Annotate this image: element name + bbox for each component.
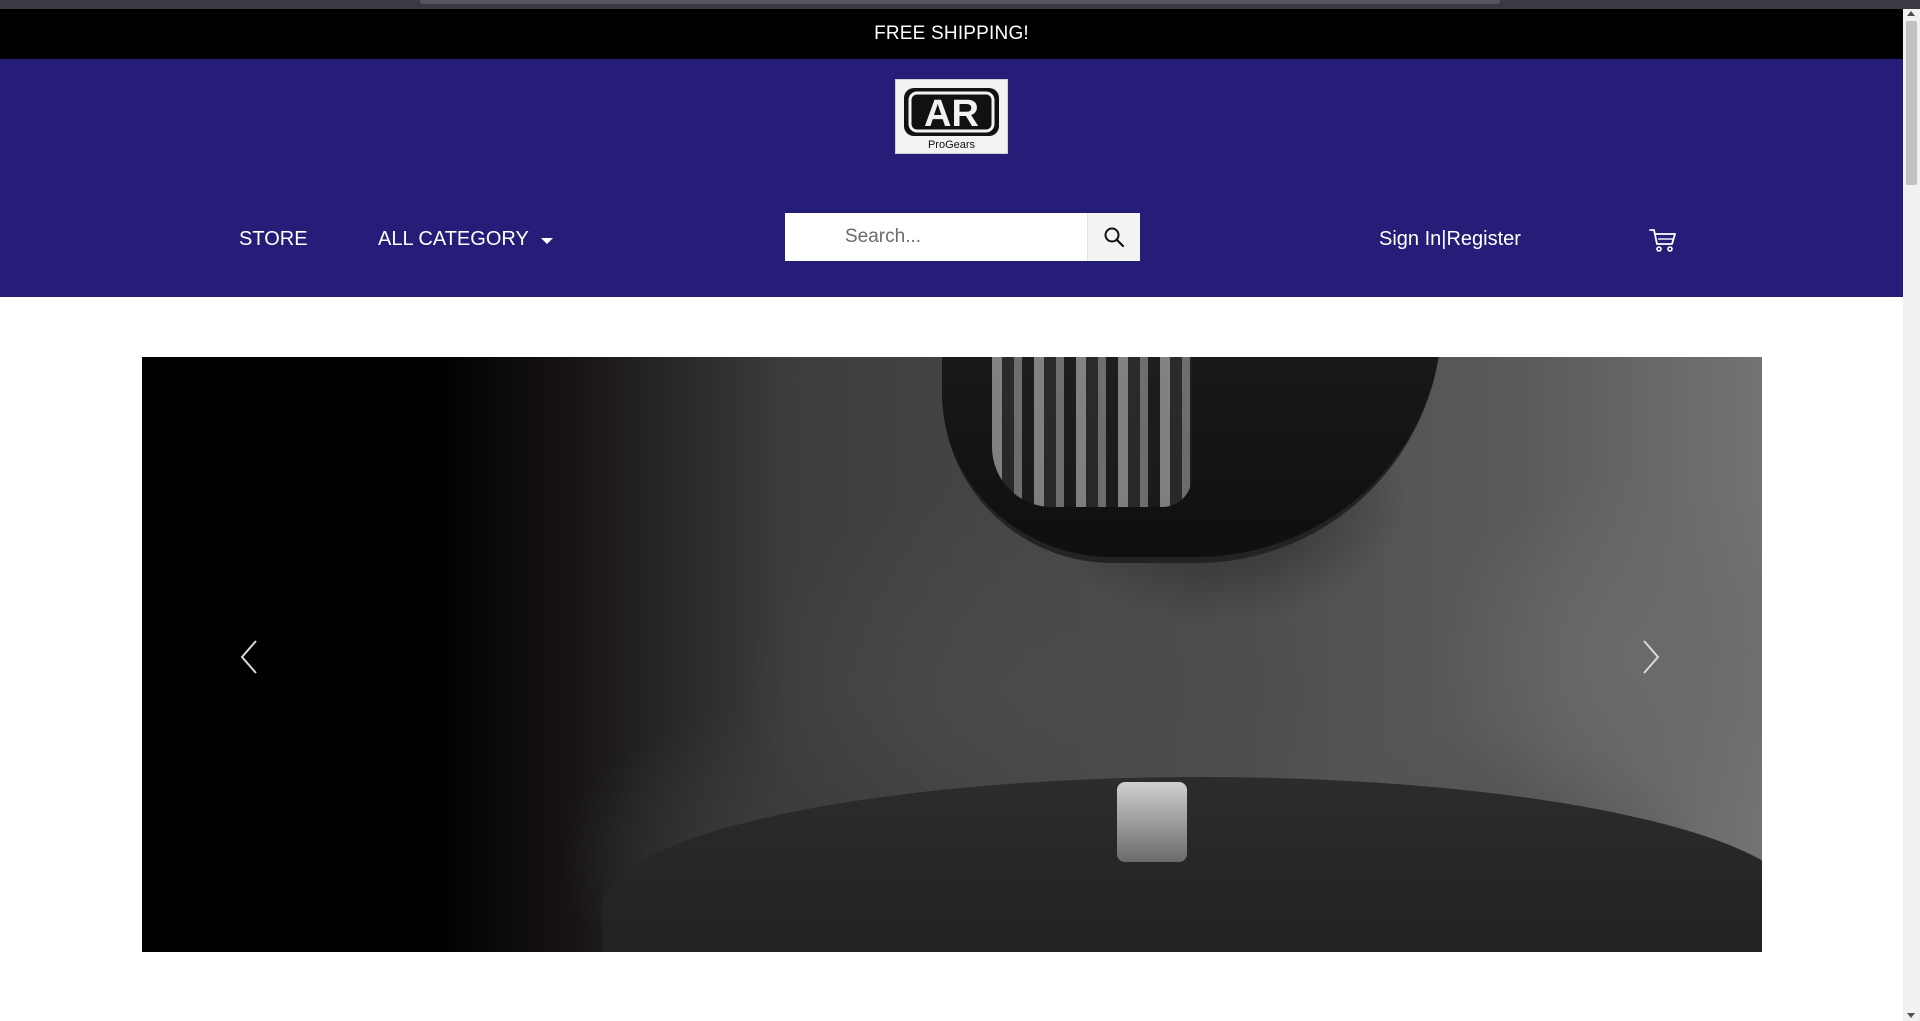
browser-tabbar <box>0 0 1920 9</box>
nav-category-label: ALL CATEGORY <box>378 228 529 250</box>
caret-down-icon <box>540 237 553 244</box>
sign-in-link[interactable]: Sign In <box>1379 228 1441 251</box>
scroll-down-icon[interactable] <box>1907 1013 1915 1018</box>
cart-icon <box>1649 229 1676 252</box>
logo-letters: AR <box>924 93 979 135</box>
scrollbar-thumb[interactable] <box>1906 21 1917 185</box>
register-link[interactable]: Register <box>1446 228 1520 251</box>
auth-links: Sign In | Register <box>1379 228 1521 251</box>
search-icon <box>1104 227 1125 248</box>
search-bar <box>785 213 1140 261</box>
nav-store-link[interactable]: STORE <box>239 228 308 251</box>
promo-text: FREE SHIPPING! <box>874 23 1029 44</box>
browser-tab-strip <box>420 0 1500 4</box>
carousel-prev-button[interactable] <box>228 627 268 687</box>
promo-bar: FREE SHIPPING! <box>0 9 1903 59</box>
nav-category-dropdown[interactable]: ALL CATEGORY <box>378 228 553 251</box>
logo-subtext: ProGears <box>928 139 976 151</box>
search-input[interactable] <box>785 213 1087 261</box>
cart-button[interactable] <box>1648 225 1678 255</box>
scroll-up-icon[interactable] <box>1907 11 1915 16</box>
page-scrollbar[interactable] <box>1903 9 1920 1021</box>
hero-carousel <box>142 357 1762 952</box>
hero-image-visor-reflection <box>992 357 1192 507</box>
chevron-left-icon <box>240 640 257 674</box>
site-header: AR ProGears STORE ALL CATEGORY Sign In |… <box>0 59 1903 297</box>
hero-image-zipper <box>1117 782 1187 862</box>
page: FREE SHIPPING! AR ProGears STORE ALL CAT… <box>0 0 1920 1021</box>
carousel-next-button[interactable] <box>1632 627 1672 687</box>
logo-graphic: AR ProGears <box>904 88 999 151</box>
chevron-right-icon <box>1643 640 1660 674</box>
search-button[interactable] <box>1087 213 1140 261</box>
site-logo[interactable]: AR ProGears <box>895 79 1008 154</box>
nav-store-label: STORE <box>239 228 308 250</box>
